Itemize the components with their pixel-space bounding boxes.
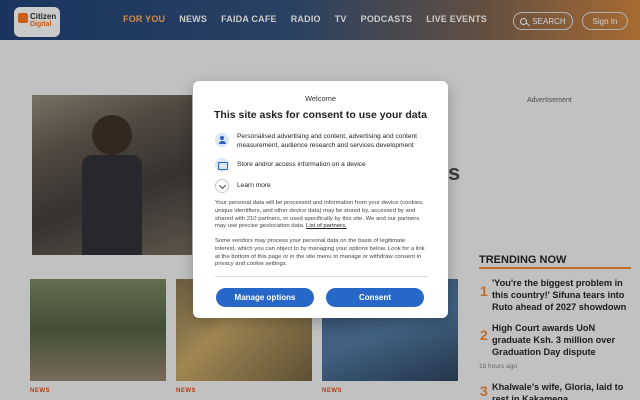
- consent-paragraph-1: Your personal data will be processed and…: [215, 200, 427, 231]
- purpose-personalised-ads: Personalised advertising and content, ad…: [215, 133, 427, 150]
- purpose-text: Store and/or access information on a dev…: [237, 161, 366, 168]
- learn-more-label: Learn more: [237, 182, 271, 189]
- consent-dialog: Welcome This site asks for consent to us…: [193, 81, 448, 318]
- device-icon: [215, 158, 229, 172]
- partners-link[interactable]: List of partners.: [306, 223, 347, 229]
- consent-paragraph-2: Some vendors may process your personal d…: [215, 238, 425, 268]
- manage-options-button[interactable]: Manage options: [216, 288, 314, 307]
- chevron-down-icon: [215, 179, 229, 193]
- consent-divider: [215, 276, 427, 277]
- purpose-text: Personalised advertising and content, ad…: [237, 133, 417, 149]
- person-icon: [215, 133, 229, 147]
- consent-button[interactable]: Consent: [326, 288, 424, 307]
- learn-more-toggle[interactable]: Learn more: [215, 179, 427, 193]
- consent-welcome: Welcome: [304, 94, 337, 103]
- purpose-device-storage: Store and/or access information on a dev…: [215, 158, 427, 172]
- consent-title: This site asks for consent to use your d…: [214, 109, 427, 121]
